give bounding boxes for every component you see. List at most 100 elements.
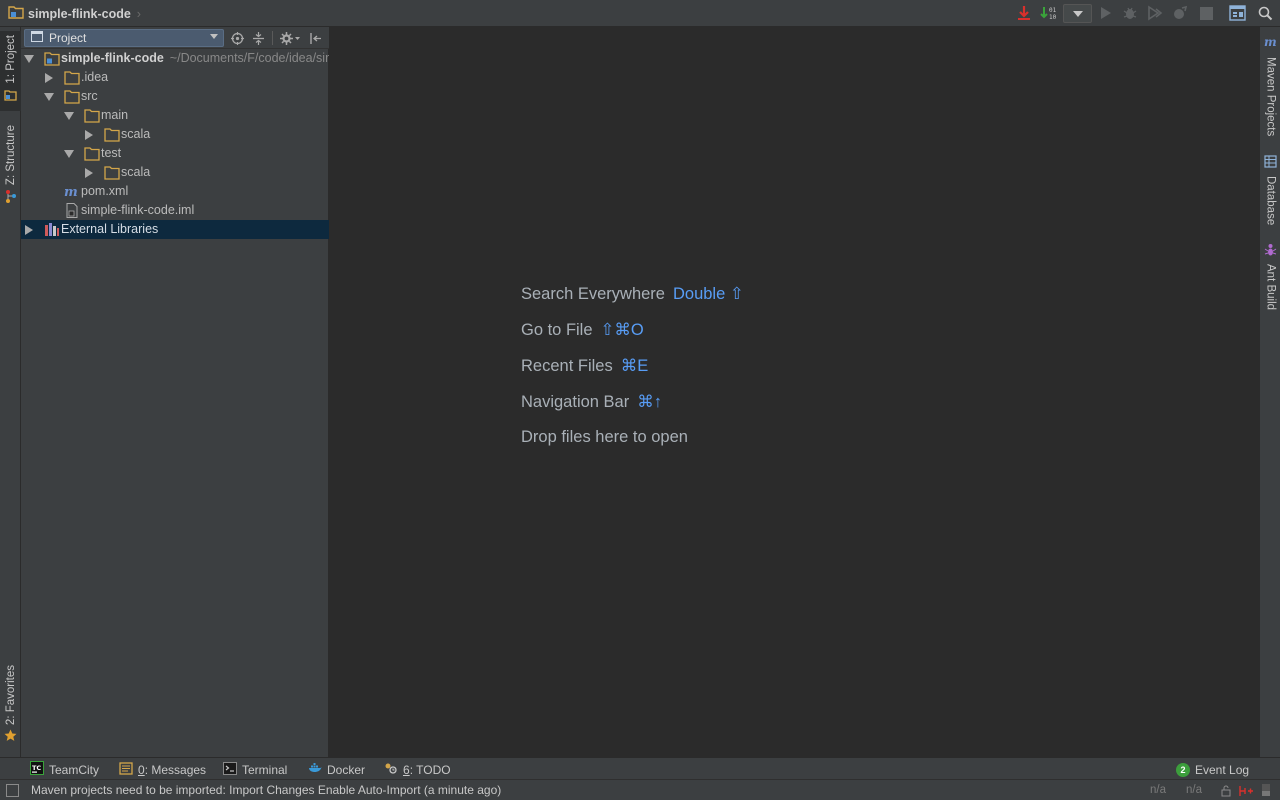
toggle-tool-windows-icon[interactable] bbox=[6, 784, 19, 797]
hide-panel-icon[interactable] bbox=[307, 30, 323, 46]
tab-teamcity-label: TeamCity bbox=[49, 762, 100, 777]
profile-icon[interactable] bbox=[1172, 4, 1188, 22]
expand-arrow-icon[interactable] bbox=[85, 168, 93, 178]
tree-label: pom.xml bbox=[81, 184, 129, 198]
memory-indicator-icon[interactable] bbox=[1259, 783, 1273, 800]
tab-favorites[interactable]: 2: Favorites bbox=[0, 661, 21, 749]
stop-icon[interactable] bbox=[1198, 4, 1214, 22]
hint-search-everywhere: Search Everywhere Double ⇧ bbox=[521, 284, 744, 304]
breadcrumb[interactable]: simple-flink-code › bbox=[8, 5, 141, 22]
star-icon bbox=[4, 729, 17, 747]
chevron-down-icon bbox=[210, 34, 218, 39]
project-tree: simple-flink-code ~/Documents/F/code/idea… bbox=[21, 49, 329, 239]
tree-row-folder[interactable]: src bbox=[21, 87, 329, 106]
editor-empty-area[interactable]: Search Everywhere Double ⇧ Go to File ⇧⌘O … bbox=[330, 27, 1259, 757]
expand-arrow-icon[interactable] bbox=[85, 130, 93, 140]
tree-row-folder[interactable]: main bbox=[21, 106, 329, 125]
tree-label: simple-flink-code.iml bbox=[81, 203, 195, 217]
svg-text:TC: TC bbox=[32, 764, 41, 772]
tab-ant-build[interactable]: Ant Build bbox=[1260, 243, 1280, 315]
tree-row-folder[interactable]: test bbox=[21, 144, 329, 163]
run-icon[interactable] bbox=[1098, 4, 1114, 22]
expand-arrow-icon[interactable] bbox=[45, 73, 53, 83]
ant-icon bbox=[1264, 243, 1277, 261]
right-tool-stripe: m Maven Projects Database Ant Build bbox=[1259, 27, 1280, 757]
tree-label: simple-flink-code bbox=[61, 51, 164, 65]
collapse-all-icon[interactable] bbox=[250, 30, 266, 46]
run-config-dropdown[interactable] bbox=[1063, 4, 1092, 23]
todo-icon bbox=[384, 762, 398, 778]
project-panel-header: Project bbox=[21, 27, 329, 49]
project-tool-window: Project simple-flink-code ~/Documents/F/… bbox=[21, 27, 329, 757]
tab-ant-label: Ant Build bbox=[1264, 264, 1277, 311]
folder-icon bbox=[64, 89, 80, 104]
hint-shortcut: Double ⇧ bbox=[672, 285, 744, 303]
tree-row-file[interactable]: simple-flink-code.iml bbox=[21, 201, 329, 220]
tab-docker[interactable]: Docker bbox=[308, 761, 365, 778]
tab-messages-number: 0 bbox=[138, 762, 145, 777]
vcs-update-icon[interactable]: 01 10 bbox=[1040, 4, 1058, 22]
folder-icon bbox=[64, 70, 80, 85]
svg-text:10: 10 bbox=[1049, 14, 1057, 21]
tab-teamcity[interactable]: TC TeamCity bbox=[30, 761, 99, 778]
tab-messages[interactable]: 0: Messages bbox=[119, 761, 206, 778]
hint-shortcut: ⇧⌘O bbox=[600, 321, 644, 339]
status-message[interactable]: Maven projects need to be imported: Impo… bbox=[31, 783, 501, 797]
tab-favorites-label: 2: Favorites bbox=[4, 665, 17, 726]
maven-icon: m bbox=[1264, 35, 1278, 54]
line-separator: n/a bbox=[1186, 784, 1202, 796]
tree-label: External Libraries bbox=[61, 222, 159, 236]
tree-row-folder[interactable]: scala bbox=[21, 125, 329, 144]
hint-shortcut: ⌘E bbox=[620, 357, 649, 375]
tab-structure[interactable]: Z: Structure bbox=[0, 121, 21, 209]
hint-label: Go to File bbox=[521, 321, 593, 339]
tab-structure-label: Z: Structure bbox=[4, 125, 17, 186]
tab-todo[interactable]: 6: TODO bbox=[384, 761, 451, 778]
tab-todo-label: : TODO bbox=[409, 762, 451, 777]
project-view-selector[interactable]: Project bbox=[24, 29, 224, 47]
hint-label: Recent Files bbox=[521, 357, 613, 375]
expand-arrow-icon[interactable] bbox=[24, 55, 34, 63]
tree-row-file[interactable]: m pom.xml bbox=[21, 182, 329, 201]
module-folder-icon bbox=[44, 51, 60, 66]
coverage-icon[interactable] bbox=[1147, 4, 1163, 22]
expand-arrow-icon[interactable] bbox=[25, 225, 33, 235]
scroll-from-source-icon[interactable] bbox=[229, 30, 245, 46]
tab-event-log[interactable]: 2 Event Log bbox=[1176, 761, 1249, 778]
bottom-tool-bar: TC TeamCity 0: Messages Terminal Docker bbox=[0, 757, 1280, 779]
tree-row-folder[interactable]: .idea bbox=[21, 68, 329, 87]
tab-maven-projects[interactable]: m Maven Projects bbox=[1260, 35, 1280, 139]
tab-terminal[interactable]: Terminal bbox=[223, 761, 287, 778]
tab-database[interactable]: Database bbox=[1260, 155, 1280, 227]
expand-arrow-icon[interactable] bbox=[64, 112, 74, 120]
tree-row-folder[interactable]: scala bbox=[21, 163, 329, 182]
search-icon[interactable] bbox=[1256, 4, 1274, 22]
breadcrumb-project[interactable]: simple-flink-code bbox=[28, 7, 131, 21]
expand-arrow-icon[interactable] bbox=[44, 93, 54, 101]
project-tab-icon bbox=[4, 88, 17, 106]
tab-event-log-label: Event Log bbox=[1195, 762, 1250, 777]
download-icon[interactable] bbox=[1016, 4, 1032, 22]
left-tool-stripe: 1: Project Z: Structure 2: Favorites bbox=[0, 27, 21, 757]
gear-icon[interactable] bbox=[279, 30, 301, 46]
git-branch-icon[interactable] bbox=[1238, 784, 1254, 800]
debug-icon[interactable] bbox=[1122, 4, 1138, 22]
tree-row-libraries[interactable]: External Libraries bbox=[21, 220, 329, 239]
tree-label: .idea bbox=[81, 70, 109, 84]
hint-go-to-file: Go to File ⇧⌘O bbox=[521, 320, 644, 340]
teamcity-icon: TC bbox=[30, 761, 44, 778]
tree-row-module[interactable]: simple-flink-code ~/Documents/F/code/idea… bbox=[21, 49, 329, 68]
tab-terminal-label: Terminal bbox=[242, 762, 288, 777]
folder-icon bbox=[104, 127, 120, 142]
tab-project-label: 1: Project bbox=[4, 35, 17, 84]
expand-arrow-icon[interactable] bbox=[64, 150, 74, 158]
project-folder-icon bbox=[8, 5, 24, 22]
messages-icon bbox=[119, 761, 133, 778]
lock-icon[interactable] bbox=[1221, 784, 1231, 800]
project-view-label: Project bbox=[49, 31, 87, 45]
tab-docker-label: Docker bbox=[327, 762, 366, 777]
database-icon bbox=[1264, 155, 1277, 173]
hint-navigation-bar: Navigation Bar ⌘↑ bbox=[521, 392, 662, 412]
tab-project[interactable]: 1: Project bbox=[0, 31, 21, 111]
project-structure-icon[interactable] bbox=[1228, 4, 1246, 22]
